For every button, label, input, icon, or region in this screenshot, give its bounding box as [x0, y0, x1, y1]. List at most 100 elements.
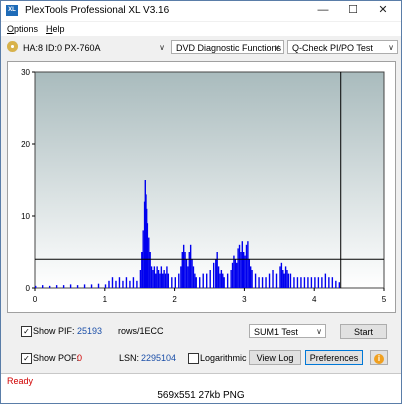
pi-bar [338, 282, 341, 288]
pi-bar [275, 273, 278, 288]
pi-bar [48, 285, 51, 288]
pi-bar [215, 259, 217, 288]
y-tick-label: 10 [21, 212, 30, 221]
pi-bar [265, 277, 267, 288]
menu-help[interactable]: Help [46, 24, 65, 34]
chevron-down-icon: ∨ [388, 43, 394, 52]
pi-bar [115, 280, 117, 288]
pi-bar [185, 259, 188, 288]
pi-bar [317, 277, 320, 288]
pi-bar [157, 270, 160, 288]
pi-bar [180, 266, 182, 288]
pi-bar [284, 266, 287, 288]
start-button[interactable]: Start [340, 324, 387, 339]
pi-bar [296, 277, 299, 288]
pi-bar [280, 262, 283, 288]
preferences-button[interactable]: Preferences [305, 350, 363, 365]
function-select-value: DVD Diagnostic Functions [176, 43, 282, 53]
x-tick-label: 2 [172, 295, 177, 304]
pi-bar [335, 280, 337, 288]
pi-bar [268, 273, 271, 288]
pi-bar [223, 277, 225, 288]
plot-area [34, 71, 385, 289]
show-pif-checkbox[interactable]: ✓ [21, 326, 32, 337]
pi-bar [231, 262, 234, 288]
close-icon[interactable]: ✕ [369, 2, 397, 19]
pi-bar [272, 270, 274, 288]
pi-bar [219, 273, 221, 288]
y-tick-label: 0 [26, 284, 31, 293]
drive-select-value: HA:8 ID:0 PX-760A [23, 43, 101, 53]
pi-bar [220, 270, 223, 288]
plextools-window: XL PlexTools Professional XL V3.16 — ☐ ✕… [0, 0, 402, 404]
pi-bar [328, 277, 330, 288]
pi-bar [293, 277, 295, 288]
control-panel: ✓ Show PIF: 25193 rows/1ECC ✓ Show POF: … [1, 315, 401, 375]
x-tick-label: 1 [103, 295, 108, 304]
pi-bar [230, 270, 232, 288]
pi-bar [122, 280, 124, 288]
logarithmic-label: Logarithmic [200, 353, 247, 363]
pi-bar [125, 277, 128, 288]
function-select[interactable]: DVD Diagnostic Functions ∨ [171, 40, 284, 54]
pi-bar [41, 285, 44, 288]
pi-bar [287, 273, 290, 288]
drive-select[interactable]: HA:8 ID:0 PX-760A ∨ [3, 40, 169, 54]
y-tick-label: 20 [21, 140, 30, 149]
menu-bar: Options Help [1, 22, 401, 36]
pi-bar [245, 244, 248, 288]
pi-bar [108, 280, 110, 288]
pi-bar [148, 237, 150, 288]
pi-bar [97, 283, 100, 288]
pi-bar [202, 273, 204, 288]
pi-bar [300, 277, 302, 288]
pi-po-chart-svg: 0 1 2 3 4 5 30 20 10 0 [21, 68, 387, 304]
pof-value: 0 [77, 353, 83, 363]
menu-options-accelerator: O [7, 24, 15, 34]
pi-bar [240, 252, 242, 288]
test-select[interactable]: Q-Check PI/PO Test ∨ [287, 40, 398, 54]
pi-bar [206, 273, 208, 288]
x-tick-label: 5 [382, 295, 387, 304]
image-caption: 569x551 27kb PNG [1, 388, 401, 403]
lsn-value: 2295104 [141, 353, 177, 363]
pi-bar [254, 273, 257, 288]
status-bar: Ready [1, 373, 401, 388]
pi-bar [156, 266, 158, 288]
y-tick-label: 30 [21, 68, 30, 77]
pi-bar [181, 252, 183, 288]
pi-bar [182, 244, 185, 288]
pi-bar [163, 270, 165, 288]
pi-bar [195, 277, 197, 288]
pi-bar [35, 285, 37, 288]
sum-test-select[interactable]: SUM1 Test ∨ [249, 324, 326, 338]
plextools-app-icon: XL [6, 5, 18, 16]
info-icon: i [374, 354, 384, 364]
pi-bar [187, 266, 189, 288]
pi-bar [243, 252, 245, 288]
pi-bar [139, 270, 142, 288]
menu-options-label: ptions [14, 24, 39, 34]
logarithmic-checkbox[interactable] [188, 353, 199, 364]
maximize-icon[interactable]: ☐ [339, 2, 367, 19]
pi-bar [150, 266, 153, 288]
pi-bar [155, 273, 157, 288]
pi-bar [152, 270, 154, 288]
chevron-down-icon: ∨ [316, 327, 322, 336]
minimize-icon[interactable]: — [309, 2, 337, 19]
pi-bar [331, 277, 334, 288]
pi-bar [149, 252, 151, 288]
show-pif-label: Show PIF: [33, 326, 75, 336]
pi-bar [303, 277, 306, 288]
x-tick-label: 4 [312, 295, 317, 304]
view-log-button[interactable]: View Log [249, 350, 301, 365]
pi-bar [244, 255, 246, 288]
show-pof-checkbox[interactable]: ✓ [21, 353, 32, 364]
pi-bar [310, 277, 313, 288]
info-button[interactable]: i [370, 350, 388, 365]
pi-bar [69, 284, 72, 288]
menu-options[interactable]: Options [7, 24, 38, 34]
pi-bar [192, 266, 195, 288]
pi-bar [166, 266, 168, 288]
pi-bar [237, 248, 239, 288]
